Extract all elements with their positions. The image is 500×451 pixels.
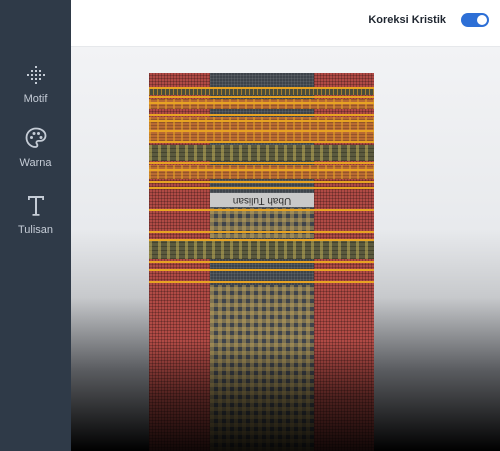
fabric-stripe — [149, 141, 374, 143]
fabric-band — [149, 99, 374, 109]
fabric-stripe — [149, 231, 374, 233]
sidebar-item-motif[interactable]: Motif — [0, 64, 71, 105]
sidebar: Motif Warna Tulisan — [0, 0, 71, 451]
fabric-stripe — [149, 169, 374, 171]
fabric-stripe — [149, 120, 374, 122]
fabric-band — [149, 145, 374, 161]
fabric-stripe — [149, 281, 374, 283]
sidebar-item-tulisan[interactable]: Tulisan — [0, 193, 71, 236]
fabric-band — [149, 165, 374, 179]
fabric-stripe — [149, 269, 374, 271]
sidebar-item-label: Tulisan — [17, 224, 54, 236]
fabric-motif-block — [210, 208, 314, 238]
fabric-stripe — [149, 261, 374, 263]
fabric-stripe — [149, 130, 374, 132]
fabric-stripe — [149, 87, 374, 89]
fabric-stripe — [149, 239, 374, 241]
sidebar-item-label: Warna — [19, 157, 52, 169]
canvas-bottom-shadow — [149, 341, 374, 451]
fabric-band — [149, 241, 374, 259]
fabric-stripe — [149, 162, 374, 164]
toggle-knob — [477, 15, 487, 25]
palette-icon — [0, 126, 71, 153]
ubah-tulisan-label[interactable]: Ubah Tulisan — [210, 193, 314, 207]
fabric-stripe — [149, 181, 374, 183]
koreksi-kristik-label: Koreksi Kristik — [368, 14, 446, 26]
dot-grid-icon — [0, 64, 71, 89]
fabric-band — [149, 89, 374, 95]
fabric-stripe — [149, 114, 374, 116]
text-t-icon — [0, 193, 71, 220]
top-bar: Koreksi Kristik — [71, 0, 500, 47]
sidebar-item-label: Motif — [23, 93, 48, 105]
kristik-canvas[interactable]: Ubah Tulisan — [149, 73, 374, 451]
fabric-stripe — [149, 102, 374, 104]
fabric-stripe — [149, 96, 374, 98]
koreksi-kristik-toggle[interactable] — [461, 13, 489, 27]
fabric-stripe — [149, 187, 374, 189]
fabric-stripe — [149, 209, 374, 211]
sidebar-item-warna[interactable]: Warna — [0, 126, 71, 169]
